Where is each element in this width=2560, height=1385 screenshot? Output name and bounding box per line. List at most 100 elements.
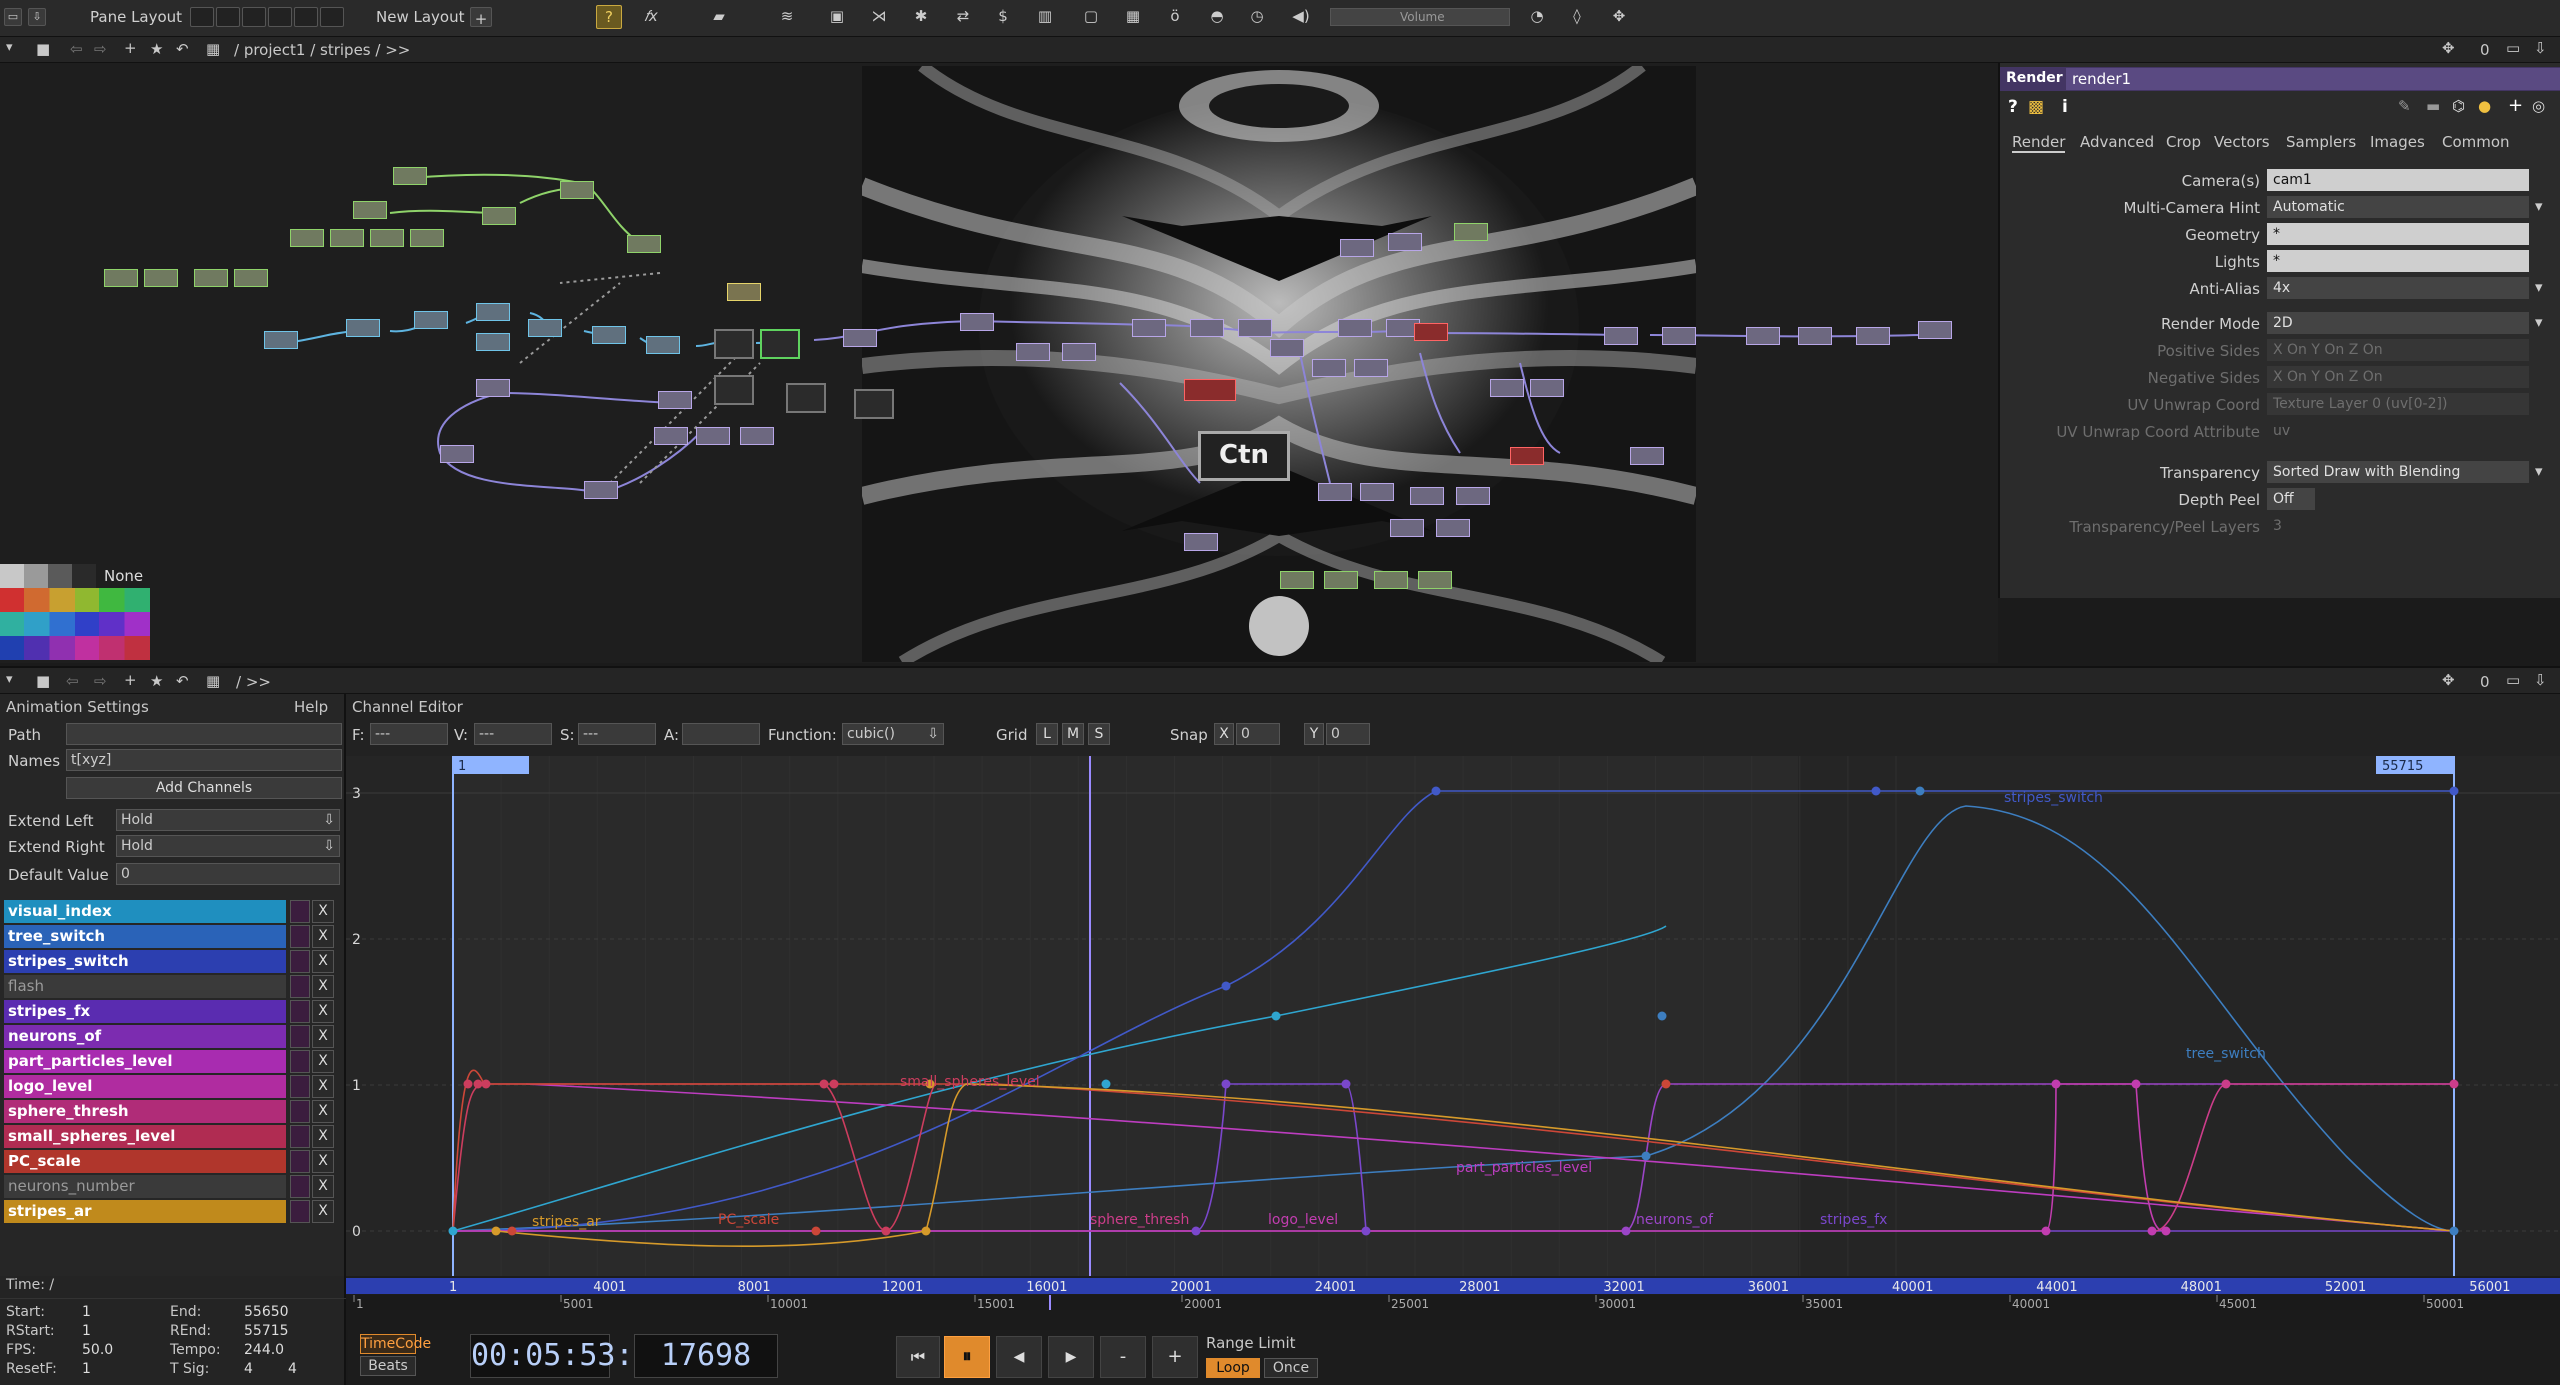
time-path[interactable]: Time: / xyxy=(6,1277,54,1293)
network-node[interactable] xyxy=(1456,487,1490,505)
network-node[interactable] xyxy=(346,319,380,337)
param-value[interactable]: X On Y On Z On xyxy=(2267,339,2529,361)
move-pane-icon[interactable]: ✥ xyxy=(2442,39,2455,57)
info-icon[interactable]: i xyxy=(2062,97,2068,117)
help-icon[interactable]: ? xyxy=(596,5,622,29)
op-name-field[interactable]: render1 xyxy=(2066,68,2560,90)
function-field[interactable]: cubic() ⇩ xyxy=(842,723,944,745)
network-node[interactable] xyxy=(1340,239,1374,257)
network-node[interactable] xyxy=(1510,447,1544,465)
channel-remove-button[interactable]: X xyxy=(312,950,334,973)
keyframe[interactable] xyxy=(1361,1226,1371,1236)
channel-name[interactable]: sphere_thresh xyxy=(4,1100,286,1123)
step-forward-button[interactable]: ▶ xyxy=(1048,1336,1094,1378)
channel-name[interactable]: neurons_number xyxy=(4,1175,286,1198)
network-node[interactable] xyxy=(1604,327,1638,345)
frame-ruler[interactable] xyxy=(346,1278,2560,1294)
network-node[interactable] xyxy=(476,303,510,321)
network-node[interactable] xyxy=(727,283,761,301)
keyframe[interactable] xyxy=(1271,1011,1281,1021)
channel-color-swatch[interactable] xyxy=(290,1050,310,1073)
maximize-icon[interactable]: ▭ xyxy=(2506,671,2520,689)
network-node[interactable] xyxy=(1414,323,1448,341)
increment-button[interactable]: + xyxy=(1152,1336,1198,1378)
keyframe[interactable] xyxy=(1661,1079,1671,1089)
snap-x-button[interactable]: X xyxy=(1214,723,1234,745)
keyframe[interactable] xyxy=(2051,1079,2061,1089)
rend-value[interactable]: 55715 xyxy=(244,1323,289,1339)
network-node[interactable] xyxy=(1184,379,1236,401)
network-node[interactable] xyxy=(696,427,730,445)
keyframe[interactable] xyxy=(1221,1079,1231,1089)
param-value[interactable]: Sorted Draw with Blending xyxy=(2267,461,2529,483)
channel-color-swatch[interactable] xyxy=(290,1200,310,1223)
channel-remove-button[interactable]: X xyxy=(312,975,334,998)
keyframe[interactable] xyxy=(491,1226,501,1236)
param-value[interactable]: Off xyxy=(2267,488,2315,510)
param-value[interactable]: * xyxy=(2267,250,2529,272)
network-node[interactable] xyxy=(786,383,826,413)
palette-none-label[interactable]: None xyxy=(104,567,143,585)
param-value[interactable]: 2D xyxy=(2267,312,2529,334)
network-icon[interactable]: ▦ xyxy=(206,40,220,58)
edit-icon[interactable]: ✎ xyxy=(2398,97,2411,115)
window-icon[interactable]: ▭ xyxy=(4,8,22,26)
network-editor[interactable]: Ctn None xyxy=(0,63,1998,663)
network-icon[interactable]: ▦ xyxy=(206,672,220,690)
curve-canvas[interactable]: 3 2 1 0 1 55715 stripes_switch tree_switchsmall… xyxy=(346,756,2560,1276)
keyframe[interactable] xyxy=(507,1226,517,1236)
param-value[interactable]: X On Y On Z On xyxy=(2267,366,2529,388)
channel-name[interactable]: stripes_ar xyxy=(4,1200,286,1223)
network-node[interactable] xyxy=(1746,327,1780,345)
network-node[interactable] xyxy=(1630,447,1664,465)
network-node[interactable] xyxy=(194,269,228,287)
decrement-button[interactable]: - xyxy=(1100,1336,1146,1378)
channel-name[interactable]: logo_level xyxy=(4,1075,286,1098)
beats-toggle[interactable]: Beats xyxy=(360,1356,416,1376)
channel-name[interactable]: neurons_of xyxy=(4,1025,286,1048)
a-field[interactable] xyxy=(682,723,760,745)
network-node[interactable] xyxy=(1454,223,1488,241)
channel-name[interactable]: part_particles_level xyxy=(4,1050,286,1073)
keyframe[interactable] xyxy=(811,1226,821,1236)
pane-menu-icon[interactable]: ▾ xyxy=(6,672,13,687)
monitor-icon[interactable]: ▣ xyxy=(824,5,850,29)
channel-remove-button[interactable]: X xyxy=(312,900,334,923)
network-node[interactable] xyxy=(476,333,510,351)
stop-icon[interactable]: ■ xyxy=(36,672,50,690)
keyframe[interactable] xyxy=(473,1079,483,1089)
network-node[interactable] xyxy=(740,427,774,445)
channel-remove-button[interactable]: X xyxy=(312,1150,334,1173)
network-node[interactable] xyxy=(1318,483,1352,501)
curve-graph[interactable]: 3 2 1 0 1 55715 stripes_switch tree_switch small… xyxy=(346,756,2560,1276)
network-node[interactable] xyxy=(1388,233,1422,251)
keyframe[interactable] xyxy=(1191,1226,1201,1236)
network-node[interactable] xyxy=(627,235,661,253)
rewind-button[interactable]: ⏮ xyxy=(896,1336,940,1378)
network-node[interactable] xyxy=(1490,379,1524,397)
keyframe[interactable] xyxy=(2161,1226,2171,1236)
grid-s-button[interactable]: S xyxy=(1088,723,1110,745)
param-value[interactable]: Automatic xyxy=(2267,196,2529,218)
keyframe[interactable] xyxy=(463,1079,473,1089)
param-value[interactable]: 3 xyxy=(2267,515,2529,537)
keyframe[interactable] xyxy=(2449,786,2459,796)
timeline-ruler[interactable]: 1 4001 8001 12001 16001 20001 24001 28001 32001 3… xyxy=(346,1276,2560,1311)
network-node[interactable] xyxy=(414,311,448,329)
pane-close-icon[interactable]: ⇩ xyxy=(2534,39,2547,57)
layout-triple-icon[interactable] xyxy=(242,7,266,27)
network-path[interactable]: / project1 / stripes / >> xyxy=(234,41,410,59)
performance-icon[interactable]: ◔ xyxy=(1524,5,1550,29)
network-node[interactable] xyxy=(144,269,178,287)
channel-name[interactable]: stripes_switch xyxy=(4,950,286,973)
keyframe[interactable] xyxy=(1341,1079,1351,1089)
snap-x-field[interactable]: 0 xyxy=(1236,723,1280,745)
bottom-path[interactable]: / >> xyxy=(236,673,271,691)
keyframe[interactable] xyxy=(1221,981,1231,991)
network-node[interactable] xyxy=(393,167,427,185)
keyframe[interactable] xyxy=(2221,1079,2231,1089)
network-node[interactable] xyxy=(1190,319,1224,337)
keyframe[interactable] xyxy=(2449,1226,2459,1236)
channel-color-swatch[interactable] xyxy=(290,1000,310,1023)
tsig-a[interactable]: 4 xyxy=(244,1361,253,1377)
